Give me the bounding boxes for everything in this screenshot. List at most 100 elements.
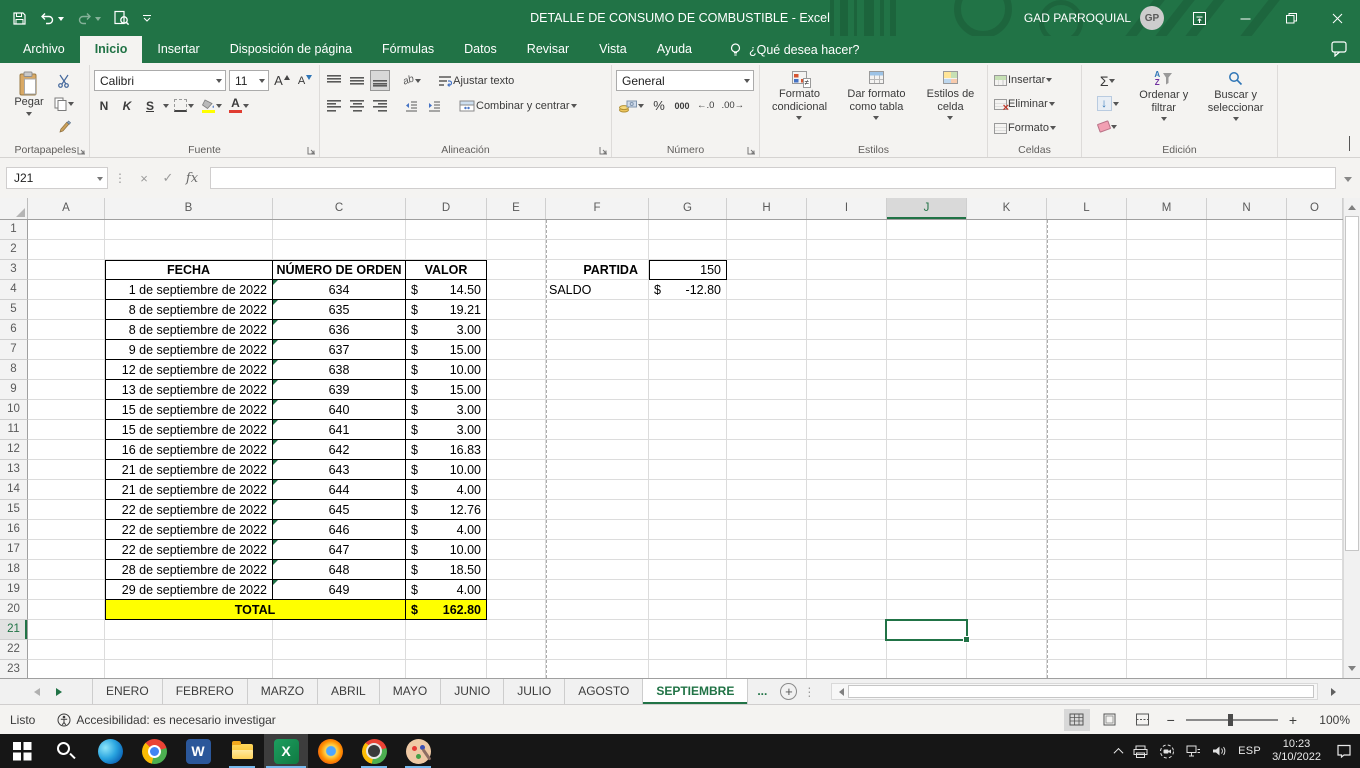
cell-H16[interactable] <box>727 520 807 540</box>
cell-N17[interactable] <box>1207 540 1287 560</box>
cell-G2[interactable] <box>649 240 727 260</box>
cell-C5[interactable]: 635 <box>273 300 406 320</box>
cell-G1[interactable] <box>649 220 727 240</box>
cell-C4[interactable]: 634 <box>273 280 406 300</box>
cell-F5[interactable] <box>546 300 649 320</box>
cell-J22[interactable] <box>887 640 967 660</box>
italic-button[interactable]: K <box>117 95 137 116</box>
cell-L6[interactable] <box>1047 320 1127 340</box>
cell-I2[interactable] <box>807 240 887 260</box>
select-all-corner[interactable] <box>0 198 28 219</box>
cell-B6[interactable]: 8 de septiembre de 2022 <box>105 320 273 340</box>
cell-E2[interactable] <box>487 240 546 260</box>
column-header-L[interactable]: L <box>1047 198 1127 219</box>
cell-G8[interactable] <box>649 360 727 380</box>
cell-I22[interactable] <box>807 640 887 660</box>
cell-K3[interactable] <box>967 260 1047 280</box>
horizontal-scrollbar[interactable] <box>831 683 1318 700</box>
row-header-8[interactable]: 8 <box>0 360 28 380</box>
column-header-M[interactable]: M <box>1127 198 1207 219</box>
cell-A1[interactable] <box>28 220 105 240</box>
cell-L16[interactable] <box>1047 520 1127 540</box>
row-header-16[interactable]: 16 <box>0 520 28 540</box>
align-bottom-button[interactable] <box>370 70 390 91</box>
cell-J20[interactable] <box>887 600 967 620</box>
cell-B21[interactable] <box>105 620 273 640</box>
cell-A22[interactable] <box>28 640 105 660</box>
cell-J5[interactable] <box>887 300 967 320</box>
cell-K1[interactable] <box>967 220 1047 240</box>
cell-K8[interactable] <box>967 360 1047 380</box>
cell-C21[interactable] <box>273 620 406 640</box>
language-indicator[interactable]: ESP <box>1238 745 1261 757</box>
cell-M15[interactable] <box>1127 500 1207 520</box>
cell-O11[interactable] <box>1287 420 1343 440</box>
notification-icon[interactable] <box>1336 744 1352 758</box>
cell-I10[interactable] <box>807 400 887 420</box>
cell-B17[interactable]: 22 de septiembre de 2022 <box>105 540 273 560</box>
cell-F2[interactable] <box>546 240 649 260</box>
cell-E3[interactable] <box>487 260 546 280</box>
cell-K18[interactable] <box>967 560 1047 580</box>
zoom-in-icon[interactable]: + <box>1285 712 1301 728</box>
expand-formula-bar-icon[interactable] <box>1344 177 1352 186</box>
cell-E17[interactable] <box>487 540 546 560</box>
cell-J8[interactable] <box>887 360 967 380</box>
cell-L15[interactable] <box>1047 500 1127 520</box>
cell-N23[interactable] <box>1207 660 1287 678</box>
cell-C9[interactable]: 639 <box>273 380 406 400</box>
cell-H2[interactable] <box>727 240 807 260</box>
cell-B9[interactable]: 13 de septiembre de 2022 <box>105 380 273 400</box>
cell-N14[interactable] <box>1207 480 1287 500</box>
cell-F21[interactable] <box>546 620 649 640</box>
row-header-13[interactable]: 13 <box>0 460 28 480</box>
cell-A9[interactable] <box>28 380 105 400</box>
cell-D6[interactable]: $3.00 <box>406 320 487 340</box>
cell-O10[interactable] <box>1287 400 1343 420</box>
cell-J19[interactable] <box>887 580 967 600</box>
cell-I3[interactable] <box>807 260 887 280</box>
sheet-next-icon[interactable] <box>52 688 69 696</box>
cell-D3[interactable]: VALOR <box>406 260 487 280</box>
underline-dropdown-icon[interactable] <box>163 104 169 111</box>
name-box-dropdown-icon[interactable] <box>97 177 103 184</box>
cell-C6[interactable]: 636 <box>273 320 406 340</box>
cell-A4[interactable] <box>28 280 105 300</box>
zoom-slider[interactable] <box>1186 719 1278 721</box>
cell-I19[interactable] <box>807 580 887 600</box>
sheet-tab-junio[interactable]: JUNIO <box>441 679 504 704</box>
cell-B23[interactable] <box>105 660 273 678</box>
cell-L1[interactable] <box>1047 220 1127 240</box>
row-header-15[interactable]: 15 <box>0 500 28 520</box>
row-header-6[interactable]: 6 <box>0 320 28 340</box>
cell-H14[interactable] <box>727 480 807 500</box>
sheet-tab-mayo[interactable]: MAYO <box>380 679 441 704</box>
cell-M18[interactable] <box>1127 560 1207 580</box>
copy-dropdown-icon[interactable] <box>68 102 74 109</box>
fuente-dialog-launcher-icon[interactable] <box>307 146 316 155</box>
sheet-tab-agosto[interactable]: AGOSTO <box>565 679 643 704</box>
row-header-22[interactable]: 22 <box>0 640 28 660</box>
row-header-21[interactable]: 21 <box>0 620 28 640</box>
cell-N3[interactable] <box>1207 260 1287 280</box>
column-header-N[interactable]: N <box>1207 198 1287 219</box>
cell-D4[interactable]: $14.50 <box>406 280 487 300</box>
feedback-icon[interactable] <box>1331 41 1347 57</box>
shrink-font-button[interactable]: A <box>295 70 315 91</box>
cell-H6[interactable] <box>727 320 807 340</box>
cell-B4[interactable]: 1 de septiembre de 2022 <box>105 280 273 300</box>
ribbon-display-options-icon[interactable] <box>1176 0 1222 36</box>
row-header-2[interactable]: 2 <box>0 240 28 260</box>
account-area[interactable]: GAD PARROQUIAL GP <box>1024 0 1164 36</box>
undo-dropdown-icon[interactable] <box>58 17 64 24</box>
cell-C3[interactable]: NÚMERO DE ORDEN <box>273 260 406 280</box>
cell-B18[interactable]: 28 de septiembre de 2022 <box>105 560 273 580</box>
row-header-18[interactable]: 18 <box>0 560 28 580</box>
cell-D14[interactable]: $4.00 <box>406 480 487 500</box>
cell-I12[interactable] <box>807 440 887 460</box>
customize-qat-icon[interactable] <box>142 13 152 23</box>
undo-icon[interactable] <box>39 11 64 25</box>
cell-J6[interactable] <box>887 320 967 340</box>
fill-color-button[interactable] <box>199 95 224 116</box>
cell-O20[interactable] <box>1287 600 1343 620</box>
